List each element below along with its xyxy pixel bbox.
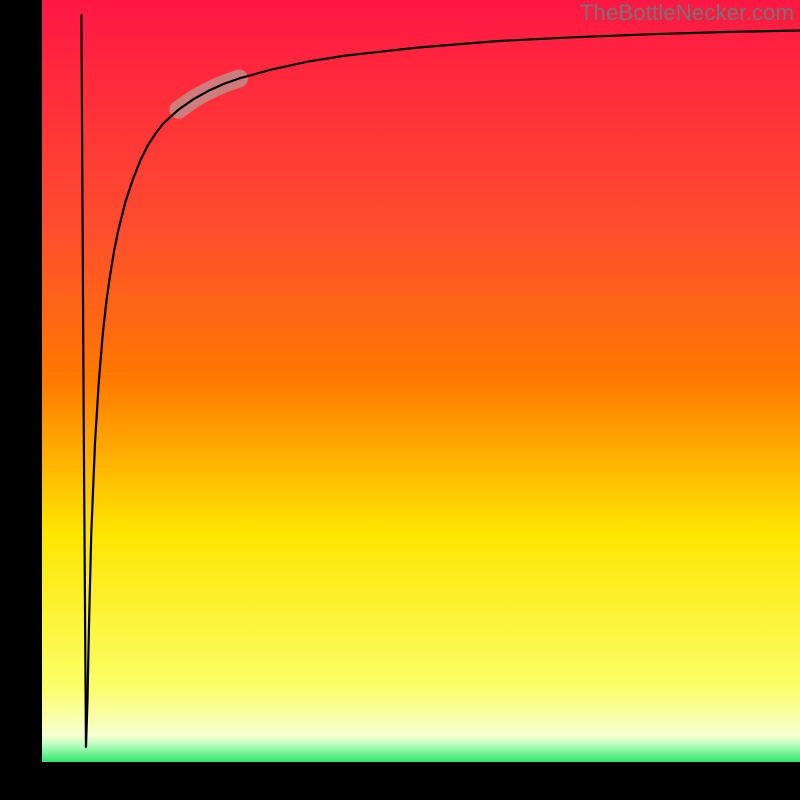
watermark-text: TheBottleNecker.com — [580, 0, 794, 26]
plot-background — [42, 0, 800, 762]
chart-frame: TheBottleNecker.com — [0, 0, 800, 800]
y-axis — [0, 0, 42, 800]
x-axis — [0, 762, 800, 800]
bottleneck-chart — [0, 0, 800, 800]
